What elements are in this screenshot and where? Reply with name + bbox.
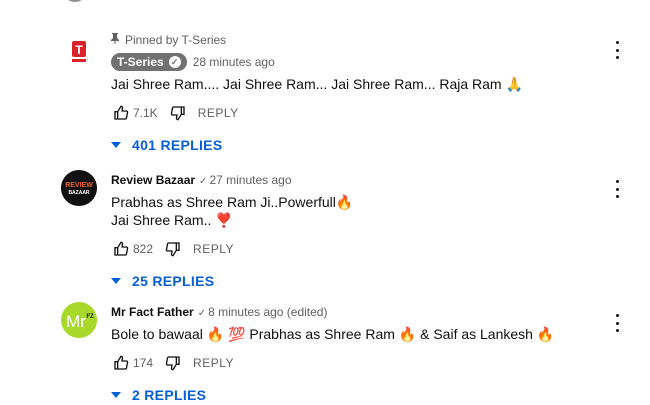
more-vert-icon[interactable] bbox=[611, 180, 623, 198]
svg-text:T: T bbox=[75, 43, 83, 57]
verified-icon: ✓ bbox=[168, 56, 181, 68]
comment-header: Review Bazaar ✓ 27 minutes ago bbox=[111, 172, 610, 188]
replies-label: 2 REPLIES bbox=[132, 387, 207, 403]
replies-label: 25 REPLIES bbox=[132, 273, 215, 289]
comment-text-line: Jai Shree Ram.. ❣️ bbox=[111, 212, 233, 228]
previous-comment-avatar[interactable] bbox=[63, 0, 87, 2]
view-replies-button[interactable]: 401 REPLIES bbox=[111, 135, 610, 155]
mr-fact-father-logo: Mr FZ bbox=[61, 302, 97, 338]
like-count: 822 bbox=[133, 242, 154, 256]
view-replies-button[interactable]: 2 REPLIES bbox=[111, 385, 610, 405]
like-count: 7.1K bbox=[133, 106, 158, 120]
reply-button[interactable]: REPLY bbox=[193, 242, 234, 256]
pin-icon bbox=[111, 33, 119, 49]
avatar[interactable]: REVIEW BAZAAR bbox=[61, 170, 97, 206]
review-bazaar-logo: REVIEW BAZAAR bbox=[61, 170, 97, 206]
replies-label: 401 REPLIES bbox=[132, 137, 223, 153]
comment-actions: 822 REPLY bbox=[111, 237, 610, 261]
reply-button[interactable]: REPLY bbox=[193, 356, 234, 370]
t-series-logo: T bbox=[70, 39, 88, 65]
thumbs-down-icon[interactable] bbox=[163, 353, 183, 373]
comment-actions: 174 REPLY bbox=[111, 351, 610, 375]
comment-text: Prabhas as Shree Ram Ji..Powerfull🔥 Jai … bbox=[111, 193, 610, 229]
author-name[interactable]: Mr Fact Father bbox=[111, 305, 194, 319]
thumbs-down-icon[interactable] bbox=[163, 239, 183, 259]
comment-timestamp[interactable]: 28 minutes ago bbox=[193, 55, 275, 69]
checkmark-icon: ✓ bbox=[199, 176, 208, 187]
comment-text-line: Bole to bawaal 🔥 💯 Prabhas as Shree Ram … bbox=[111, 326, 555, 342]
more-vert-icon[interactable] bbox=[611, 41, 623, 59]
author-name[interactable]: Review Bazaar bbox=[111, 173, 195, 187]
comment-body: Review Bazaar ✓ 27 minutes ago Prabhas as … bbox=[111, 172, 610, 291]
thumbs-up-icon[interactable] bbox=[111, 103, 131, 123]
pinned-label: Pinned by T-Series bbox=[125, 33, 227, 47]
comment-actions: 7.1K REPLY bbox=[111, 101, 610, 125]
comment-header: Mr Fact Father ✓ 8 minutes ago (edited) bbox=[111, 304, 610, 320]
comment-text: Bole to bawaal 🔥 💯 Prabhas as Shree Ram … bbox=[111, 325, 610, 343]
pinned-indicator: Pinned by T-Series bbox=[111, 32, 610, 48]
svg-text:BAZAAR: BAZAAR bbox=[68, 190, 89, 196]
reply-button[interactable]: REPLY bbox=[198, 106, 239, 120]
comment-text-line: Jai Shree Ram.... Jai Shree Ram... Jai S… bbox=[111, 76, 523, 92]
more-vert-icon[interactable] bbox=[611, 314, 623, 332]
view-replies-button[interactable]: 25 REPLIES bbox=[111, 271, 610, 291]
thumbs-up-icon[interactable] bbox=[111, 239, 131, 259]
comment-body: Mr Fact Father ✓ 8 minutes ago (edited) Bo… bbox=[111, 304, 610, 405]
avatar[interactable]: T bbox=[61, 34, 97, 70]
caret-down-icon bbox=[111, 142, 121, 148]
thumbs-down-icon[interactable] bbox=[168, 103, 188, 123]
svg-text:REVIEW: REVIEW bbox=[65, 182, 93, 189]
checkmark-icon: ✓ bbox=[197, 308, 207, 319]
svg-text:FZ: FZ bbox=[86, 314, 94, 320]
comment-text: Jai Shree Ram.... Jai Shree Ram... Jai S… bbox=[111, 75, 610, 93]
author-name[interactable]: T-Series ✓ bbox=[111, 53, 187, 71]
comment-text-line: Prabhas as Shree Ram Ji..Powerfull🔥 bbox=[111, 194, 354, 210]
comment-body: Pinned by T-Series T-Series ✓ 28 minutes a… bbox=[111, 32, 610, 155]
thumbs-up-icon[interactable] bbox=[111, 353, 131, 373]
comment-timestamp[interactable]: 8 minutes ago (edited) bbox=[208, 305, 327, 319]
svg-text:Mr: Mr bbox=[66, 312, 86, 331]
avatar[interactable]: Mr FZ bbox=[61, 302, 97, 338]
comment-header: T-Series ✓ 28 minutes ago bbox=[111, 53, 610, 71]
comment-timestamp[interactable]: 27 minutes ago bbox=[209, 173, 291, 187]
like-count: 174 bbox=[133, 356, 154, 370]
caret-down-icon bbox=[111, 392, 121, 398]
caret-down-icon bbox=[111, 278, 121, 284]
